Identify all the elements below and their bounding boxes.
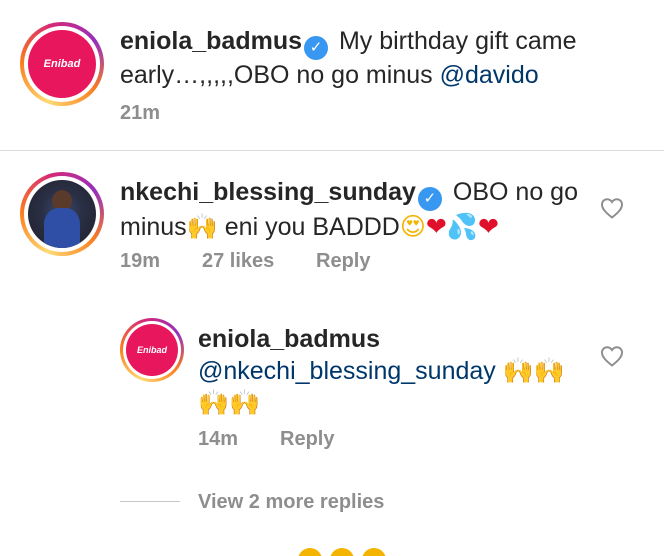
comment-text-2: eni you BADDD bbox=[224, 213, 400, 241]
comment-time: 19m bbox=[120, 250, 161, 272]
raising-hands-emoji: 🙌 bbox=[186, 212, 218, 241]
view-more-replies-button[interactable]: View 2 more replies bbox=[198, 491, 384, 514]
comment-likes[interactable]: 27 likes bbox=[202, 250, 274, 273]
comment-avatar-ring[interactable] bbox=[20, 172, 104, 256]
caption-avatar-ring[interactable]: Enibad bbox=[20, 22, 104, 106]
view-replies-line bbox=[120, 501, 180, 502]
caption-username[interactable]: eniola_badmus bbox=[120, 27, 302, 55]
reply-mention[interactable]: @nkechi_blessing_sunday bbox=[198, 357, 496, 385]
reply-time: 14m bbox=[198, 428, 239, 450]
comment-reply-button[interactable]: Reply bbox=[316, 250, 370, 273]
bottom-emoji-row bbox=[298, 548, 388, 556]
red-heart-emoji: ❤ bbox=[478, 212, 499, 241]
sweat-droplets-emoji: 💦 bbox=[446, 212, 479, 241]
heart-outline-icon[interactable] bbox=[600, 197, 624, 219]
verified-badge-icon: ✓ bbox=[304, 36, 328, 60]
raising-hands-emoji: 🙌🙌 bbox=[502, 356, 566, 385]
heart-eyes-emoji: 😍 bbox=[399, 212, 426, 241]
reply-avatar-ring[interactable]: Enibad bbox=[120, 318, 184, 382]
verified-badge-icon: ✓ bbox=[417, 187, 442, 211]
red-heart-emoji: ❤ bbox=[425, 212, 447, 241]
comment-body: nkechi_blessing_sunday ✓ OBO no go minus🙌… bbox=[120, 176, 590, 243]
enibad-logo: Enibad bbox=[126, 324, 178, 376]
heart-outline-icon[interactable] bbox=[600, 345, 624, 367]
reply-reply-button[interactable]: Reply bbox=[280, 428, 334, 451]
raising-hands-emoji: 🙌🙌 bbox=[198, 388, 261, 417]
enibad-logo: Enibad bbox=[28, 30, 96, 98]
reply-body: eniola_badmus @nkechi_blessing_sunday 🙌🙌… bbox=[198, 324, 590, 419]
section-divider bbox=[0, 150, 664, 151]
comment-avatar-photo bbox=[28, 180, 96, 248]
caption-body: eniola_badmus ✓ My birthday gift came ear… bbox=[120, 26, 640, 91]
comment-username[interactable]: nkechi_blessing_sunday bbox=[120, 178, 416, 206]
caption-time: 21m bbox=[120, 102, 161, 124]
reply-username[interactable]: eniola_badmus bbox=[198, 324, 590, 355]
caption-mention[interactable]: @davido bbox=[440, 61, 539, 89]
